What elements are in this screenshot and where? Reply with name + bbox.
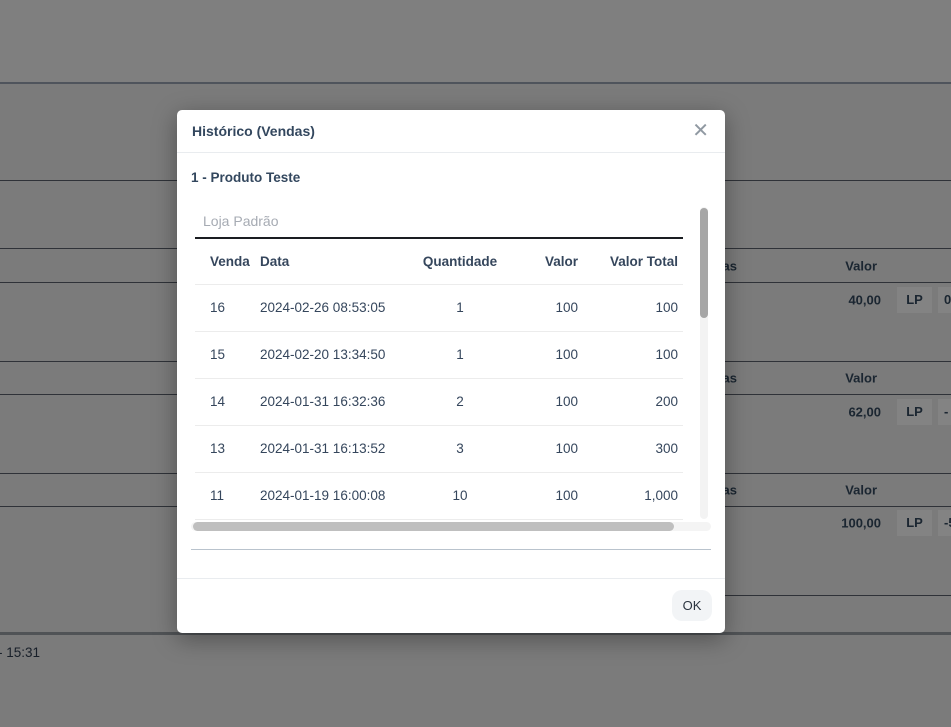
cell-data: 2024-02-20 13:34:50 (260, 331, 420, 378)
cell-quantidade: 1 (420, 284, 500, 331)
cell-quantidade: 10 (420, 472, 500, 519)
sales-history-table: Venda Data Quantidade Valor Valor Total … (195, 237, 683, 520)
close-icon[interactable]: ✕ (690, 119, 711, 143)
cell-valor-total: 1,000 (583, 472, 683, 519)
store-group-label: Loja Padrão (203, 213, 279, 229)
table-row: 13 2024-01-31 16:13:52 3 100 300 (195, 425, 683, 472)
cell-valor-total: 300 (583, 425, 683, 472)
body-divider (191, 549, 711, 550)
app-screen: as Valor 40,00 LP 0 as Valor 62,00 LP - … (0, 0, 951, 727)
cell-valor-total: 200 (583, 378, 683, 425)
col-header-valor: Valor (500, 238, 583, 284)
ok-button[interactable]: OK (672, 590, 712, 621)
col-header-valor-total: Valor Total (583, 238, 683, 284)
cell-venda: 16 (195, 284, 260, 331)
table-row: 11 2024-01-19 16:00:08 10 100 1,000 (195, 472, 683, 519)
col-header-data: Data (260, 238, 420, 284)
table-row: 15 2024-02-20 13:34:50 1 100 100 (195, 331, 683, 378)
cell-quantidade: 1 (420, 331, 500, 378)
cell-data: 2024-02-26 08:53:05 (260, 284, 420, 331)
cell-venda: 11 (195, 472, 260, 519)
vertical-scrollbar-thumb[interactable] (700, 208, 708, 318)
cell-valor: 100 (500, 378, 583, 425)
cell-venda: 15 (195, 331, 260, 378)
horizontal-scrollbar-thumb[interactable] (193, 522, 674, 531)
historico-vendas-dialog: Histórico (Vendas) ✕ 1 - Produto Teste L… (177, 110, 725, 633)
cell-data: 2024-01-31 16:13:52 (260, 425, 420, 472)
cell-valor: 100 (500, 425, 583, 472)
table-header-row: Venda Data Quantidade Valor Valor Total (195, 238, 683, 284)
product-title: 1 - Produto Teste (191, 170, 300, 185)
cell-valor-total: 100 (583, 284, 683, 331)
dialog-footer: OK (177, 578, 725, 633)
dialog-header: Histórico (Vendas) ✕ (177, 110, 725, 153)
cell-valor: 100 (500, 472, 583, 519)
table-row: 14 2024-01-31 16:32:36 2 100 200 (195, 378, 683, 425)
cell-valor: 100 (500, 331, 583, 378)
cell-venda: 14 (195, 378, 260, 425)
table-row: 16 2024-02-26 08:53:05 1 100 100 (195, 284, 683, 331)
vertical-scrollbar[interactable] (700, 207, 708, 519)
cell-valor-total: 100 (583, 331, 683, 378)
col-header-venda: Venda (195, 238, 260, 284)
cell-data: 2024-01-31 16:32:36 (260, 378, 420, 425)
col-header-quantidade: Quantidade (420, 238, 500, 284)
cell-valor: 100 (500, 284, 583, 331)
cell-quantidade: 3 (420, 425, 500, 472)
horizontal-scrollbar[interactable] (191, 522, 711, 531)
cell-quantidade: 2 (420, 378, 500, 425)
cell-venda: 13 (195, 425, 260, 472)
cell-data: 2024-01-19 16:00:08 (260, 472, 420, 519)
dialog-title: Histórico (Vendas) (192, 123, 315, 139)
